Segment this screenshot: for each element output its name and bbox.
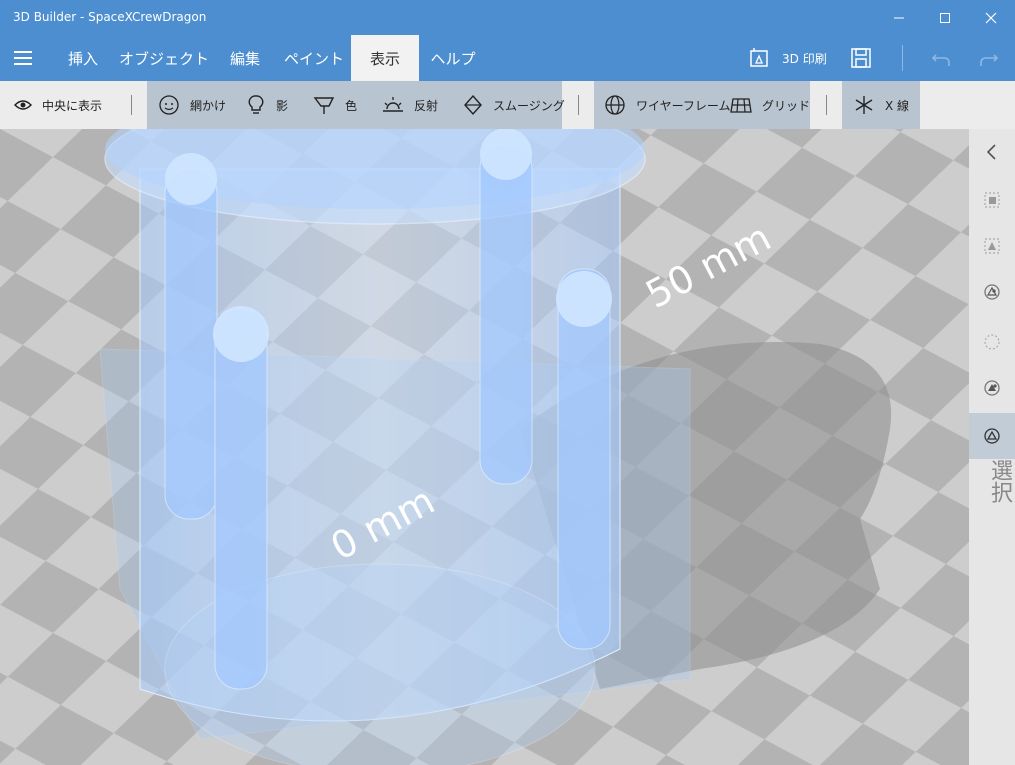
window-title: 3D Builder - SpaceXCrewDragon	[13, 10, 207, 24]
toolbar-divider	[131, 95, 132, 115]
print-3d-button[interactable]: 3D 印刷	[748, 35, 827, 81]
menu-object[interactable]: オブジェクト	[118, 35, 210, 81]
empty-circle-icon	[984, 334, 1000, 350]
selection-panel: 選択	[969, 129, 1015, 765]
sunrise-icon	[383, 97, 403, 112]
undo-icon	[931, 54, 950, 66]
diamond-icon	[464, 94, 482, 116]
selection-label: 選択	[987, 459, 1012, 503]
print-3d-icon	[750, 48, 768, 67]
view-toolbar: 中央に表示 網かけ 影 色 反射 スムージング ワイヤーフレーム グリッド X …	[0, 81, 1015, 129]
paint-bucket-icon	[313, 97, 335, 114]
select-vertices-button[interactable]	[969, 413, 1015, 459]
collapse-panel-button[interactable]	[969, 129, 1015, 175]
toolbar-divider	[826, 95, 827, 115]
select-objects-button[interactable]	[969, 177, 1015, 223]
select-group-icon	[984, 238, 1000, 254]
save-button[interactable]	[850, 35, 872, 81]
asterisk-icon	[855, 96, 873, 114]
smoothing-toggle[interactable]: スムージング	[463, 81, 565, 129]
mesh-face-icon	[159, 95, 179, 115]
menu-paint[interactable]: ペイント	[278, 35, 350, 81]
close-button[interactable]	[968, 0, 1014, 35]
maximize-button[interactable]	[922, 0, 968, 35]
reflection-toggle[interactable]: 反射	[382, 81, 438, 129]
select-edges-button[interactable]	[969, 365, 1015, 411]
menu-edit[interactable]: 編集	[216, 35, 274, 81]
select-vertices-icon	[984, 428, 1000, 444]
xray-toggle[interactable]: X 線	[853, 81, 909, 129]
close-icon	[985, 12, 997, 23]
undo-button[interactable]	[930, 35, 952, 81]
scene: 0 mm 50 mm	[0, 129, 969, 765]
center-view-button[interactable]: 中央に表示	[14, 81, 102, 129]
minimize-icon	[894, 17, 904, 18]
chevron-left-icon	[986, 144, 996, 160]
redo-icon	[980, 54, 999, 66]
select-object-icon	[984, 192, 1000, 208]
menu-insert[interactable]: 挿入	[52, 35, 114, 81]
3d-viewport[interactable]: 0 mm 50 mm	[0, 129, 969, 765]
title-bar: 3D Builder - SpaceXCrewDragon	[0, 0, 1015, 35]
grid-icon	[730, 98, 752, 113]
maximize-icon	[940, 12, 950, 23]
select-group-button[interactable]	[969, 223, 1015, 269]
shadow-toggle[interactable]: 影	[246, 81, 288, 129]
menu-help[interactable]: ヘルプ	[423, 35, 483, 81]
menu-view[interactable]: 表示	[351, 35, 419, 81]
menu-bar: 挿入 オブジェクト 編集 ペイント 表示 ヘルプ 3D 印刷	[0, 35, 1015, 81]
lightbulb-icon	[248, 95, 264, 114]
select-none-button[interactable]	[969, 319, 1015, 365]
select-faces-button[interactable]	[969, 269, 1015, 315]
redo-button[interactable]	[978, 35, 1000, 81]
select-faces-icon	[984, 284, 1000, 300]
color-toggle[interactable]: 色	[313, 81, 357, 129]
save-icon	[851, 48, 871, 68]
globe-icon	[605, 95, 625, 115]
select-edges-icon	[984, 380, 1000, 396]
hamburger-menu-icon[interactable]	[14, 51, 32, 65]
toolbar-divider	[578, 95, 579, 115]
wireframe-toggle[interactable]: ワイヤーフレーム	[604, 81, 731, 129]
minimize-button[interactable]	[876, 0, 922, 35]
mesh-toggle[interactable]: 網かけ	[158, 81, 226, 129]
grid-toggle[interactable]: グリッド	[730, 81, 810, 129]
menu-divider	[902, 45, 903, 71]
eye-icon	[14, 100, 32, 110]
